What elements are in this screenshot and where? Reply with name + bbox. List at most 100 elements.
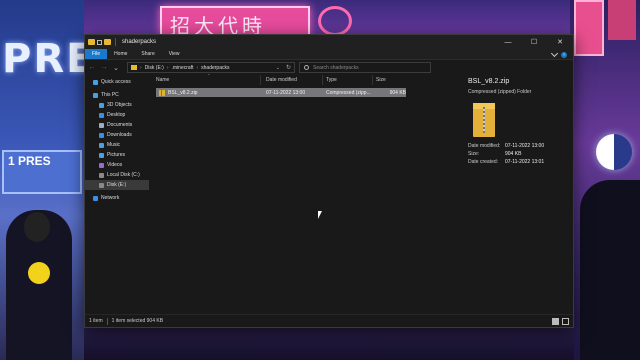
details-view-icon[interactable] (552, 318, 559, 325)
sidebar-item-label: Pictures (107, 152, 126, 158)
folder-icon[interactable] (88, 39, 95, 45)
sidebar-item-label: This PC (101, 92, 119, 98)
close-button[interactable]: ✕ (547, 35, 573, 49)
status-divider (106, 317, 108, 325)
cube-icon (99, 102, 104, 108)
breadcrumb-minecraft[interactable]: .minecraft (172, 65, 194, 71)
file-size: 904 KB (389, 89, 406, 96)
file-name-cell: BSL_v8.2.zip (159, 88, 263, 97)
sidebar-item-label: Local Disk (C:) (107, 172, 140, 178)
sidebar-item-documents[interactable]: Documents (85, 120, 149, 130)
file-type: Compressed (zipp... (326, 89, 371, 96)
preview-size: Size: 904 KB (468, 151, 521, 157)
breadcrumb-disk-e[interactable]: Disk (E:) (145, 65, 164, 71)
column-header-name[interactable]: Name ⌃ (153, 73, 261, 85)
large-icons-view-icon[interactable] (562, 318, 569, 325)
wallpaper-neon-banner: 招大代時 (160, 6, 310, 38)
preview-meta-label: Date created: (468, 159, 499, 165)
preview-date-modified: Date modified: 07-11-2022 13:00 (468, 143, 544, 149)
sidebar-item-label: Videos (107, 162, 123, 168)
preview-date-created: Date created: 07-11-2022 13:01 (468, 159, 544, 165)
column-header-type-label: Type (326, 77, 337, 83)
breadcrumb-shaderpacks[interactable]: shaderpacks (201, 65, 229, 71)
help-icon[interactable]: ? (561, 51, 567, 58)
column-header-size-label: Size (376, 77, 386, 83)
star-icon (93, 79, 98, 85)
status-item-count: 1 item (89, 318, 103, 324)
drive-icon (99, 172, 104, 178)
status-selection: 1 item selected 904 KB (111, 318, 164, 324)
file-date: 07-11-2022 13:00 (266, 89, 306, 96)
zipper-strip (483, 107, 485, 133)
network-icon (93, 195, 98, 201)
file-list: Name ⌃ Date modified Type Size BSL_v8.2.… (153, 73, 407, 315)
tab-share[interactable]: Share (134, 49, 161, 59)
refresh-icon[interactable]: ↻ (286, 64, 291, 71)
preview-file-name: BSL_v8.2.zip (468, 78, 510, 85)
details-pane: BSL_v8.2.zip Compressed (zipped) Folder … (463, 75, 573, 315)
drive-icon (99, 182, 104, 188)
view-switcher (552, 318, 569, 325)
new-folder-icon[interactable] (104, 39, 111, 45)
title-bar[interactable]: shaderpacks — ☐ ✕ (85, 35, 573, 49)
status-bar: 1 item 1 item selected 904 KB (85, 314, 573, 327)
tab-home[interactable]: Home (107, 49, 134, 59)
sidebar-item-this-pc[interactable]: This PC (85, 90, 149, 100)
zip-folder-icon (159, 89, 165, 96)
file-explorer-window: shaderpacks — ☐ ✕ File Home Share View ?… (84, 34, 574, 328)
sidebar-item-downloads[interactable]: Downloads (85, 130, 149, 140)
sidebar-item-network[interactable]: Network (85, 193, 149, 203)
window-controls: — ☐ ✕ (495, 35, 573, 49)
search-input[interactable]: Search shaderpacks (299, 62, 431, 73)
download-icon (99, 132, 104, 138)
recent-locations-button[interactable]: ⌄ (111, 63, 121, 73)
address-bar[interactable]: › Disk (E:) › .minecraft › shaderpacks ⌄… (127, 62, 295, 73)
breadcrumb-separator: › (166, 64, 169, 71)
sidebar-item-quick-access[interactable]: Quick access (85, 77, 149, 87)
column-header-type[interactable]: Type (323, 75, 373, 85)
preview-meta-value: 07-11-2022 13:00 (505, 143, 545, 149)
tab-file[interactable]: File (85, 49, 108, 59)
tab-view[interactable]: View (162, 49, 187, 59)
expand-ribbon-icon[interactable] (550, 49, 559, 58)
sidebar-item-disk-e[interactable]: Disk (E:) (85, 180, 149, 190)
navigation-bar: ← → ⌄ ↑ › Disk (E:) › .minecraft › shade… (85, 60, 573, 75)
zip-folder-large-icon (473, 103, 495, 137)
video-icon (99, 162, 104, 168)
column-header-date[interactable]: Date modified (263, 75, 323, 85)
file-row-selected[interactable]: BSL_v8.2.zip 07-11-2022 13:00 Compressed… (156, 88, 406, 97)
music-icon (99, 142, 104, 148)
sidebar-item-label: Downloads (107, 132, 132, 138)
sidebar-item-label: Desktop (107, 112, 126, 118)
sidebar-item-pictures[interactable]: Pictures (85, 150, 149, 160)
maximize-button[interactable]: ☐ (521, 35, 547, 49)
minimize-button[interactable]: — (495, 35, 521, 49)
back-button[interactable]: ← (87, 63, 97, 73)
sort-ascending-icon: ⌃ (207, 73, 211, 78)
column-header-size[interactable]: Size (373, 75, 407, 85)
sidebar-item-label: Documents (107, 122, 133, 128)
pc-icon (93, 92, 98, 98)
breadcrumb-separator: › (140, 64, 142, 71)
column-header-date-label: Date modified (266, 77, 297, 83)
preview-meta-value: 07-11-2022 13:01 (505, 159, 545, 165)
address-dropdown-icon[interactable]: ⌄ (276, 65, 280, 71)
window-title: shaderpacks (122, 39, 157, 45)
sidebar-item-local-disk-c[interactable]: Local Disk (C:) (85, 170, 149, 180)
sidebar-item-3d-objects[interactable]: 3D Objects (85, 100, 149, 110)
wallpaper-figure-right (580, 180, 640, 360)
mouse-cursor-icon (318, 211, 322, 219)
sidebar-item-label: Network (101, 195, 120, 201)
forward-button[interactable]: → (99, 63, 109, 73)
navigation-pane: Quick access This PC 3D Objects Desktop Docu… (85, 77, 149, 315)
wallpaper-shop-sign: 1 PRES (2, 150, 82, 194)
wallpaper-yin-yang-icon (596, 134, 632, 170)
ribbon-right-controls: ? (550, 49, 567, 59)
sidebar-item-music[interactable]: Music (85, 140, 149, 150)
properties-icon[interactable] (97, 39, 102, 45)
desktop-icon (99, 112, 104, 118)
toolbar-divider (115, 38, 116, 46)
search-icon (304, 65, 309, 70)
sidebar-item-desktop[interactable]: Desktop (85, 110, 149, 120)
sidebar-item-videos[interactable]: Videos (85, 160, 149, 170)
